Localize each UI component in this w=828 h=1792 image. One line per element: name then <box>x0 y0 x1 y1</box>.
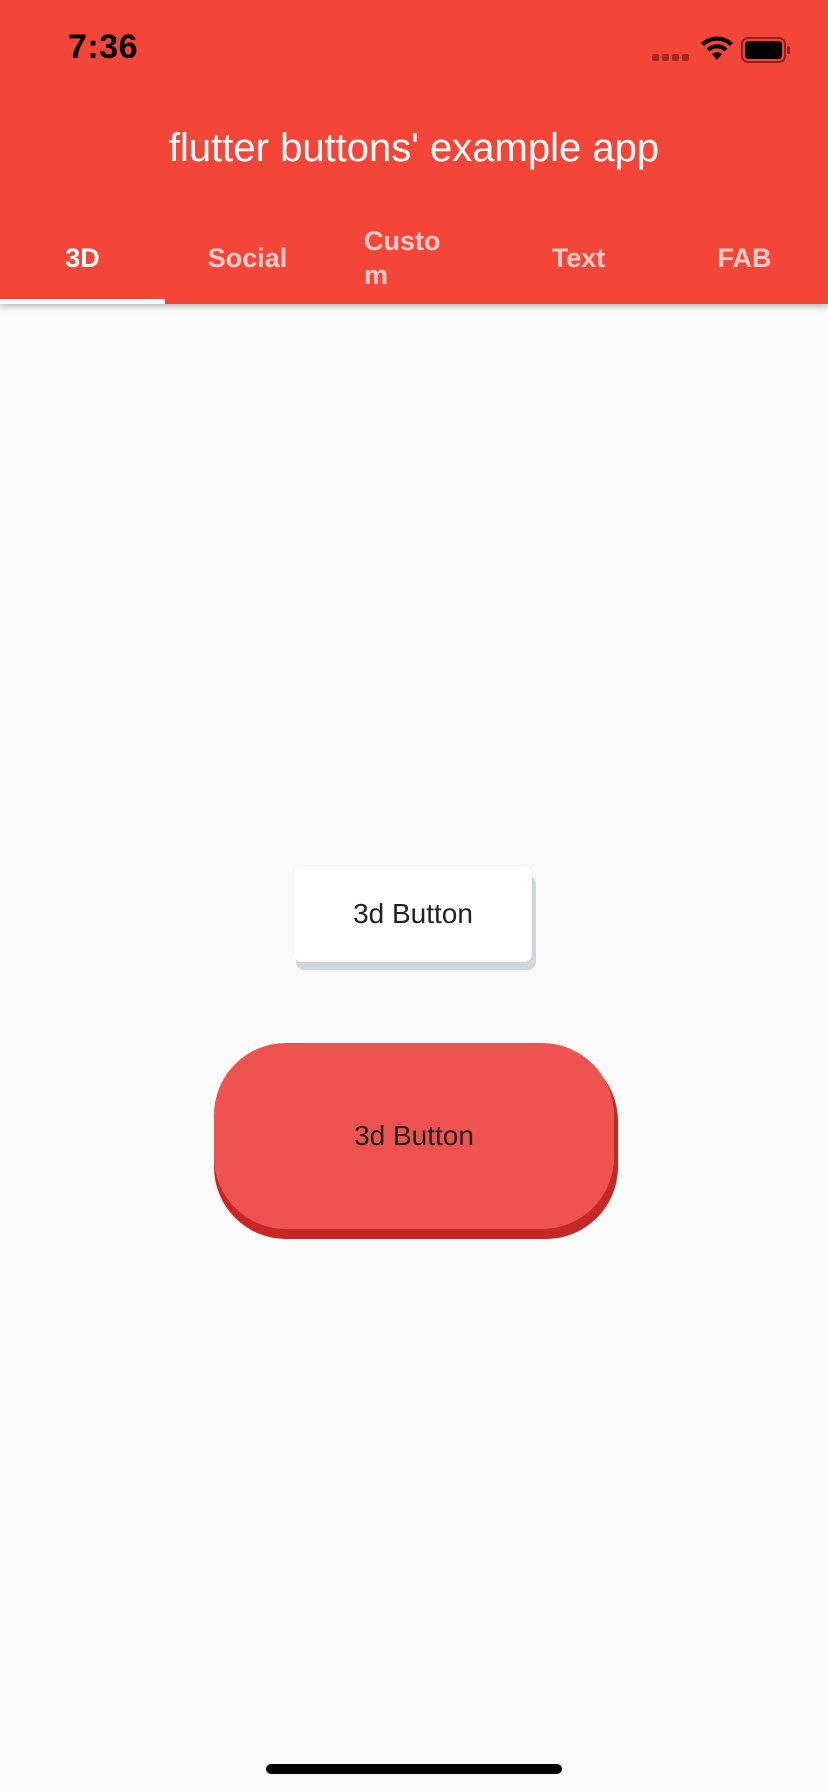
button-face: 3d Button <box>214 1043 614 1229</box>
tab-bar: 3D Social Custom Text FAB <box>0 212 828 304</box>
app-title: flutter buttons' example app <box>168 126 660 170</box>
status-time: 7:36 <box>68 28 139 66</box>
button-label: 3d Button <box>353 898 473 929</box>
signal-icon <box>652 54 692 62</box>
tab-custom[interactable]: Custom <box>364 212 464 304</box>
button-face: 3d Button <box>294 866 532 962</box>
tab-label: Social <box>207 242 288 273</box>
app-bar: 7:36 flutter buttons' example app 3D Soc… <box>0 0 828 304</box>
3d-button-white[interactable]: 3d Button <box>294 866 536 970</box>
3d-button-red[interactable]: 3d Button <box>214 1043 618 1239</box>
battery-icon <box>741 37 791 63</box>
button-label: 3d Button <box>354 1120 474 1151</box>
home-indicator <box>266 1764 562 1774</box>
tab-fab[interactable]: FAB <box>662 212 827 304</box>
tab-label: 3D <box>65 242 100 273</box>
wifi-icon <box>700 36 734 62</box>
tab-label: Custom <box>364 226 441 290</box>
tab-label: FAB <box>717 242 772 273</box>
tab-text[interactable]: Text <box>496 212 661 304</box>
tab-social[interactable]: Social <box>165 212 330 304</box>
tab-content-3d: 3d Button 3d Button <box>0 304 828 1792</box>
status-bar: 7:36 <box>0 0 828 100</box>
tab-indicator <box>0 299 165 304</box>
tab-label: Text <box>551 242 606 273</box>
tab-3d[interactable]: 3D <box>0 212 165 304</box>
